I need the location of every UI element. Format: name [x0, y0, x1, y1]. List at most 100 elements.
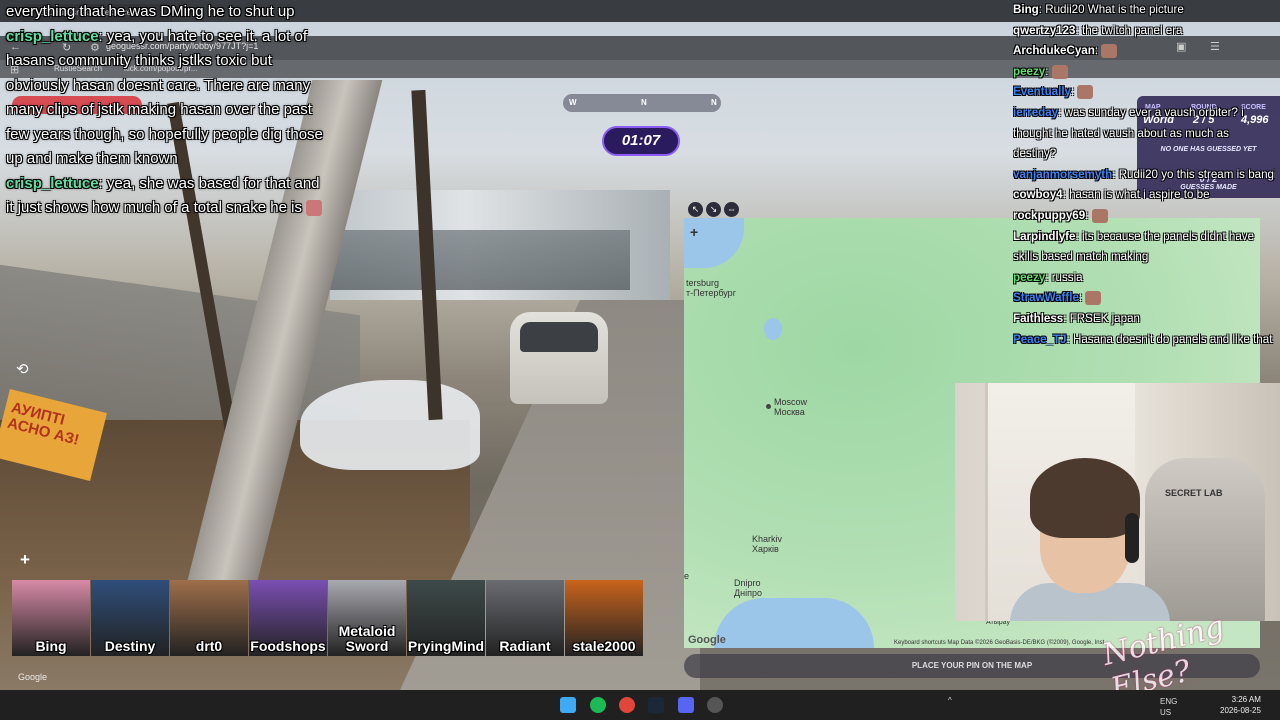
chat-username: Bing — [1013, 3, 1039, 16]
language-indicator[interactable]: ENG US — [1160, 696, 1177, 718]
chat-message: cowboy4: hasan is what i aspire to be — [1013, 188, 1210, 202]
chat-message: peezy: — [1013, 62, 1275, 83]
snow-pile — [300, 380, 480, 470]
webcam-feed: SECRET LAB — [955, 383, 1280, 621]
map-zoom-in-icon[interactable]: + — [690, 224, 698, 240]
system-clock[interactable]: 3:26 AM 2026-08-25 — [1220, 694, 1261, 716]
gaming-chair — [1145, 458, 1265, 621]
map-city-label: Kharkiv Харків — [752, 534, 783, 554]
player-name: Bing — [35, 638, 67, 654]
chat-username: peezy — [1013, 270, 1046, 284]
chat-text: hasan is what i aspire to be — [1069, 188, 1210, 202]
building-shadow — [330, 230, 630, 290]
compass-letter: N — [641, 98, 647, 107]
round-timer: 01:07 — [602, 126, 680, 156]
steam-icon[interactable] — [648, 697, 664, 713]
zoom-in-button[interactable]: + — [20, 550, 30, 570]
player-name: Radiant — [499, 638, 551, 654]
chat-text: the twitch panel era — [1081, 23, 1183, 37]
chat-message: Eventually: — [1013, 82, 1275, 103]
chat-username: Peace_TJ — [1013, 332, 1067, 346]
google-map-logo: Google — [688, 634, 726, 646]
chat-text: Rudii20 yo this stream is bangin — [1118, 167, 1275, 181]
chat-username: crisp_lettuce — [6, 27, 99, 45]
compass[interactable]: W N N — [563, 94, 721, 112]
chat-emote-icon — [1101, 44, 1118, 59]
spotify-icon[interactable] — [590, 697, 606, 713]
player-card[interactable]: Metaloid Sword — [328, 580, 406, 656]
chat-username: StrawWaffle — [1013, 291, 1079, 305]
city-dot — [766, 404, 771, 409]
chat-username: ierreday — [1013, 105, 1059, 119]
chat-message: qwertzy123: the twitch panel era — [1013, 23, 1183, 37]
player-name: Destiny — [104, 638, 156, 654]
chat-overlay-right: Bing: Rudii20 What is the picture qwertzy… — [1013, 0, 1275, 350]
chat-message: ierreday: was sunday ever a vaush orbite… — [1013, 105, 1244, 161]
chat-message: Bing: Rudii20 What is the picture — [1013, 3, 1184, 16]
compass-letter: N — [711, 98, 717, 107]
expand-map-icon[interactable]: ↖ — [688, 202, 703, 217]
map-city-label: Moscow Москва — [774, 397, 808, 417]
obs-icon[interactable] — [707, 697, 723, 713]
map-edge-label: e — [684, 571, 690, 581]
chat-emote-icon — [1091, 208, 1108, 223]
chat-message: Faithless: FRSEK japan — [1013, 311, 1140, 325]
chat-username: vanjanmorsemyth — [1013, 167, 1113, 181]
player-name: drt0 — [195, 638, 223, 654]
chat-text: Rudii20 What is the picture — [1045, 3, 1184, 16]
black-sea — [714, 598, 874, 648]
chat-username: cowboy4 — [1013, 188, 1063, 202]
chat-message: crisp_lettuce: yea, she was based for th… — [6, 172, 326, 221]
chat-username: crisp_lettuce — [6, 174, 99, 192]
player-name: Foodshops — [250, 638, 326, 654]
chat-message: rockpuppy69: — [1013, 206, 1275, 227]
player-card[interactable]: Bing — [12, 580, 90, 656]
chat-message: everything that he was DMing he to shut … — [6, 3, 295, 20]
chat-username: ArchdukeCyan — [1013, 44, 1095, 58]
player-name: PryingMind — [407, 638, 485, 654]
return-to-start-icon[interactable]: ⟲ — [16, 360, 36, 380]
chair-logo: SECRET LAB — [1165, 488, 1223, 498]
map-city-label: tersburg т-Петербург — [686, 278, 736, 298]
player-card[interactable]: drt0 — [170, 580, 248, 656]
player-name: Metaloid Sword — [338, 623, 396, 654]
chat-message: crisp_lettuce: yea, you hate to see it. … — [6, 27, 323, 168]
streamer-hair — [1030, 458, 1140, 538]
chat-message: vanjanmorsemyth: Rudii20 yo this stream … — [1013, 165, 1275, 186]
chat-username: Faithless — [1013, 311, 1064, 325]
map-city-label: Dnipro Дніпро — [734, 578, 762, 598]
headphones — [1125, 513, 1139, 563]
chat-emote-icon — [1077, 85, 1094, 100]
parked-car — [510, 312, 608, 404]
chat-text: Hasana doesn't do panels and like that — [1072, 332, 1273, 346]
player-card[interactable]: Foodshops — [249, 580, 327, 656]
chat-username: Larpindlyfe — [1013, 229, 1076, 243]
player-card[interactable]: stale2000 — [565, 580, 643, 656]
chat-username: Eventually — [1013, 85, 1071, 99]
chat-text: russia — [1051, 270, 1083, 284]
map-attribution[interactable]: Keyboard shortcuts Map Data ©2026 GeoBas… — [894, 640, 1104, 646]
lake — [764, 318, 782, 340]
chat-message: Peace_TJ: Hasana doesn't do panels and l… — [1013, 332, 1273, 346]
chat-emote-icon — [1051, 64, 1068, 79]
chat-message: peezy: russia — [1013, 270, 1083, 284]
shrink-map-icon[interactable]: ↘ — [706, 202, 721, 217]
chrome-icon[interactable] — [619, 697, 635, 713]
chat-overlay-left: everything that he was DMing he to shut … — [6, 0, 326, 221]
chat-message: StrawWaffle: — [1013, 288, 1275, 309]
player-name: stale2000 — [572, 638, 636, 654]
player-card[interactable]: Radiant — [486, 580, 564, 656]
player-card[interactable]: Destiny — [91, 580, 169, 656]
chat-message: Larpindlyfe: its because the panels didn… — [1013, 229, 1255, 264]
chat-emote-icon — [1085, 291, 1102, 306]
windows-taskbar — [0, 690, 1280, 720]
pin-map-icon[interactable]: ⇔ — [724, 202, 739, 217]
chat-username: peezy — [1013, 64, 1046, 78]
start-icon[interactable] — [560, 697, 576, 713]
player-card[interactable]: PryingMind — [407, 580, 485, 656]
chat-emote-icon — [306, 200, 323, 217]
discord-icon[interactable] — [678, 697, 694, 713]
map-size-controls: ↖ ↘ ⇔ — [688, 199, 742, 217]
google-logo: Google — [18, 672, 48, 682]
tray-chevron-icon[interactable]: ^ — [948, 696, 952, 705]
